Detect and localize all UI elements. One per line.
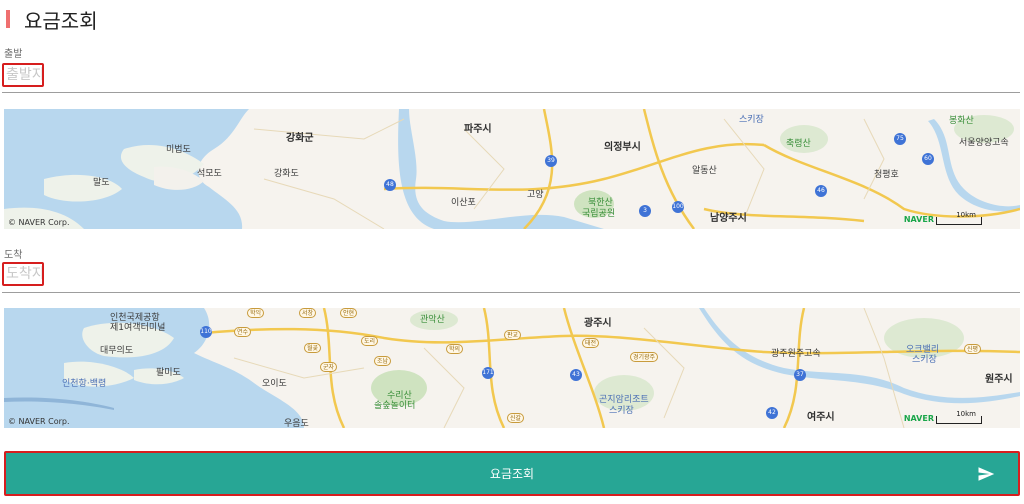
map-place: 축령산 [786, 139, 811, 149]
road-number-badge: 75 [894, 133, 906, 145]
jc-badge: 태전 [582, 338, 600, 348]
map-place: 팔미도 [156, 368, 181, 378]
map-place: 강화군 [286, 133, 314, 144]
map-place: 국립공원 [582, 209, 616, 219]
map-place: 관악산 [420, 315, 445, 325]
road-number-badge: 60 [922, 153, 934, 165]
map-place: 봉화산 [949, 116, 974, 126]
naver-logo: NAVER [903, 215, 934, 224]
map-place: 원주시 [985, 374, 1013, 385]
departure-label: 출발 [4, 49, 23, 60]
jc-badge: 서창 [299, 308, 317, 318]
jc-badge: 신갈 [507, 413, 525, 423]
road-number-badge: 100 [672, 201, 684, 213]
page-header: 요금조회 [0, 5, 98, 33]
map-place: 솔숲놀이터 [374, 401, 416, 411]
map-place: 말도 [93, 178, 110, 188]
departure-map[interactable]: 강화군 파주시 의정부시 미법도 석모도 강화도 말도 북한산 국립공원 알동산… [4, 109, 1020, 229]
map-place: 광주원주고속 [771, 349, 821, 359]
map-place: 석모도 [197, 169, 222, 179]
map-place: 스키장 [739, 115, 764, 125]
map-place: 강화도 [274, 169, 299, 179]
map-scale-bar [936, 217, 982, 225]
map-scale-bar [936, 416, 982, 424]
arrival-map[interactable]: 광주시 인천국제공항 제1여객터미널 대무의도 팔미도 인천항·백령 오이도 수… [4, 308, 1020, 428]
map-place: 오이도 [262, 379, 287, 389]
road-number-badge: 46 [815, 185, 827, 197]
jc-badge: 신평 [964, 344, 982, 354]
map-place: 남양주시 [710, 213, 747, 224]
jc-badge: 연수 [234, 327, 252, 337]
road-number-badge: 43 [570, 369, 582, 381]
jc-badge: 학의 [446, 344, 464, 354]
map-place: 스키장 [609, 406, 634, 416]
road-number-badge: 42 [766, 407, 778, 419]
map-place: 이산포 [451, 198, 476, 208]
send-icon [978, 467, 995, 481]
map-place: 광주시 [584, 318, 612, 329]
page-title: 요금조회 [24, 8, 98, 33]
road-number-badge: 39 [545, 155, 557, 167]
jc-badge: 도리 [361, 336, 379, 346]
map-place: 여주시 [807, 412, 835, 423]
jc-badge: 조남 [374, 356, 392, 366]
map-place: 알동산 [692, 166, 717, 176]
departure-input[interactable] [2, 63, 44, 87]
departure-map-graphic [4, 109, 1020, 229]
road-number-badge: 110 [200, 326, 212, 338]
map-copyright: © NAVER Corp. [8, 218, 70, 227]
jc-badge: 경기광주 [630, 352, 659, 362]
road-number-badge: 48 [384, 179, 396, 191]
map-place: 스키장 [912, 355, 937, 365]
map-place: 파주시 [464, 124, 492, 135]
jc-badge: 월곶 [304, 343, 322, 353]
map-place: 대무의도 [100, 346, 134, 356]
jc-badge: 판교 [504, 330, 522, 340]
jc-badge: 학익 [247, 308, 265, 318]
arrival-label: 도착 [4, 250, 23, 261]
map-place: 인천항·백령 [62, 379, 107, 389]
arrival-underline [2, 292, 1020, 293]
fare-inquiry-button[interactable]: 요금조회 [4, 451, 1020, 496]
fare-inquiry-button-label: 요금조회 [489, 467, 535, 481]
jc-badge: 안현 [340, 308, 358, 318]
map-place: 고양 [527, 190, 544, 200]
road-number-badge: 171 [482, 367, 494, 379]
arrival-input[interactable] [2, 262, 44, 286]
map-place: 우음도 [284, 419, 309, 428]
map-place: 미법도 [166, 145, 191, 155]
road-number-badge: 37 [794, 369, 806, 381]
road-number-badge: 3 [639, 205, 651, 217]
map-place: 의정부시 [604, 142, 641, 153]
naver-logo: NAVER [903, 414, 934, 423]
map-place: 제1여객터미널 [110, 323, 166, 333]
jc-badge: 군자 [320, 362, 338, 372]
map-copyright: © NAVER Corp. [8, 417, 70, 426]
title-accent-bar [6, 10, 10, 28]
map-place: 청평호 [874, 170, 899, 180]
departure-underline [2, 92, 1020, 93]
map-place: 서울양양고속 [959, 138, 1009, 148]
